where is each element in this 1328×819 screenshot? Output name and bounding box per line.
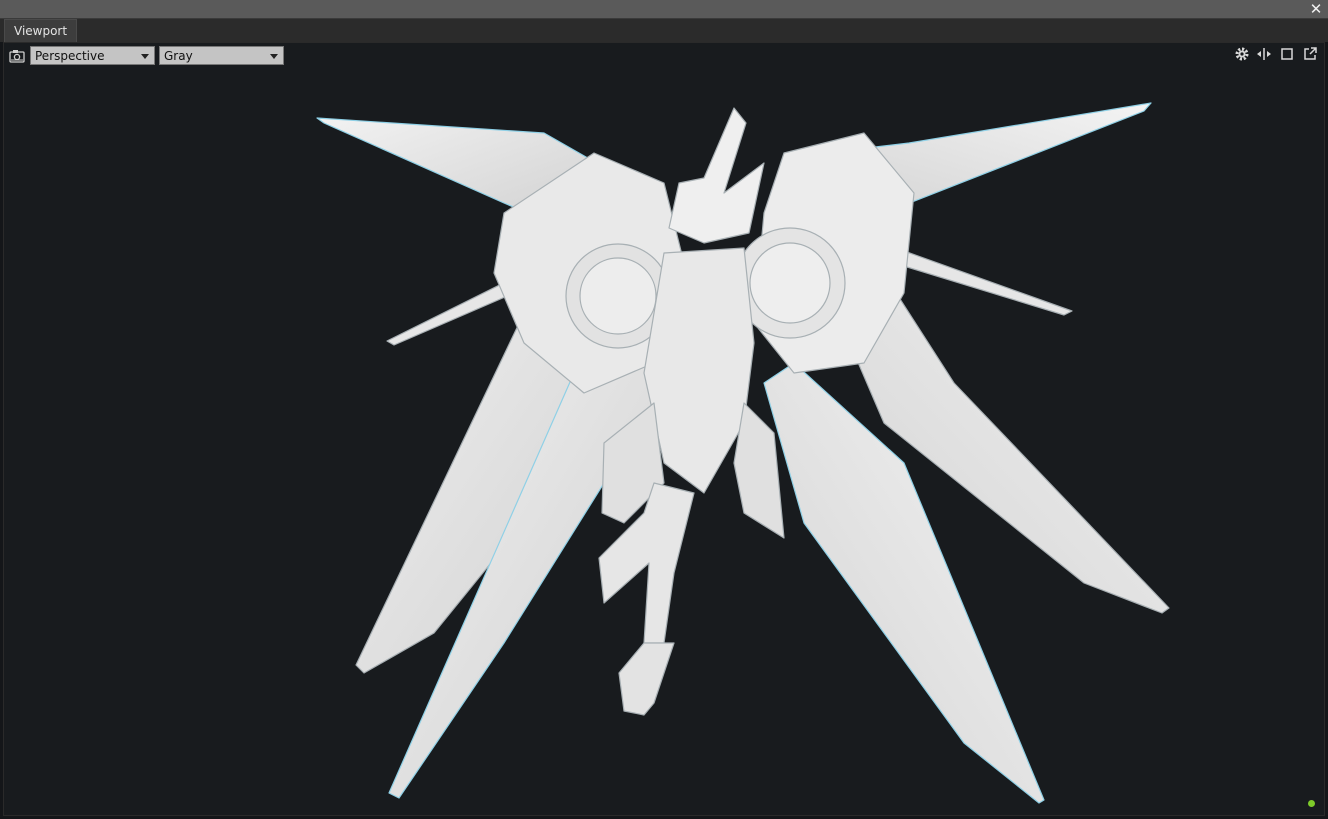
- model-render[interactable]: [4, 43, 1325, 816]
- chevron-down-icon: [270, 54, 278, 59]
- shading-value: Gray: [164, 49, 193, 63]
- tab-bar: Viewport: [0, 19, 1328, 42]
- viewport-panel[interactable]: Perspective Gray: [3, 42, 1325, 816]
- window-titlebar: ✕: [0, 0, 1328, 19]
- split-view-icon[interactable]: [1256, 46, 1272, 62]
- shading-select[interactable]: Gray: [159, 46, 284, 65]
- status-indicator: [1308, 800, 1315, 807]
- projection-value: Perspective: [35, 49, 105, 63]
- close-icon[interactable]: ✕: [1308, 0, 1324, 18]
- projection-select[interactable]: Perspective: [30, 46, 155, 65]
- tab-viewport[interactable]: Viewport: [4, 19, 78, 42]
- popout-icon[interactable]: [1302, 46, 1318, 62]
- chevron-down-icon: [141, 54, 149, 59]
- camera-icon[interactable]: [9, 48, 25, 64]
- viewport-options: [1231, 46, 1318, 62]
- maximize-icon[interactable]: [1279, 46, 1295, 62]
- gear-icon[interactable]: [1234, 46, 1250, 62]
